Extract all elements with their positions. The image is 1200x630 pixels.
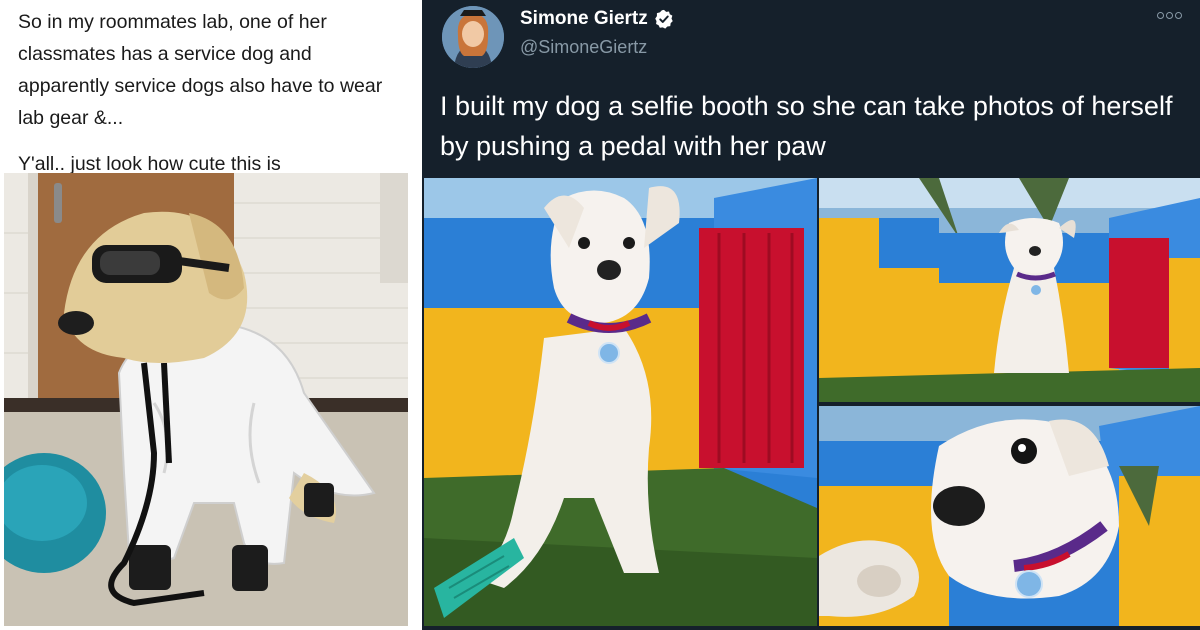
left-post: So in my roommates lab, one of her class… [0, 0, 415, 630]
ellipsis-icon[interactable] [1157, 12, 1182, 19]
verified-badge-icon [655, 9, 673, 29]
handle[interactable]: @SimoneGiertz [520, 37, 647, 58]
tweet-photo-1[interactable] [424, 178, 817, 626]
tweet-photo-3[interactable] [819, 406, 1200, 626]
display-name[interactable]: Simone Giertz [520, 8, 648, 30]
tweet-card: Simone Giertz @SimoneGiertz I built my d… [422, 0, 1200, 630]
left-post-text: So in my roommates lab, one of her class… [18, 6, 408, 180]
service-dog-photo[interactable] [4, 173, 408, 626]
tweet-photo-2[interactable] [819, 178, 1200, 402]
left-post-paragraph-1: So in my roommates lab, one of her class… [18, 11, 383, 129]
avatar[interactable] [442, 6, 504, 68]
author-name-row: Simone Giertz [520, 8, 674, 30]
tweet-media-grid [422, 178, 1200, 626]
tweet-text: I built my dog a selfie booth so she can… [440, 91, 1173, 161]
